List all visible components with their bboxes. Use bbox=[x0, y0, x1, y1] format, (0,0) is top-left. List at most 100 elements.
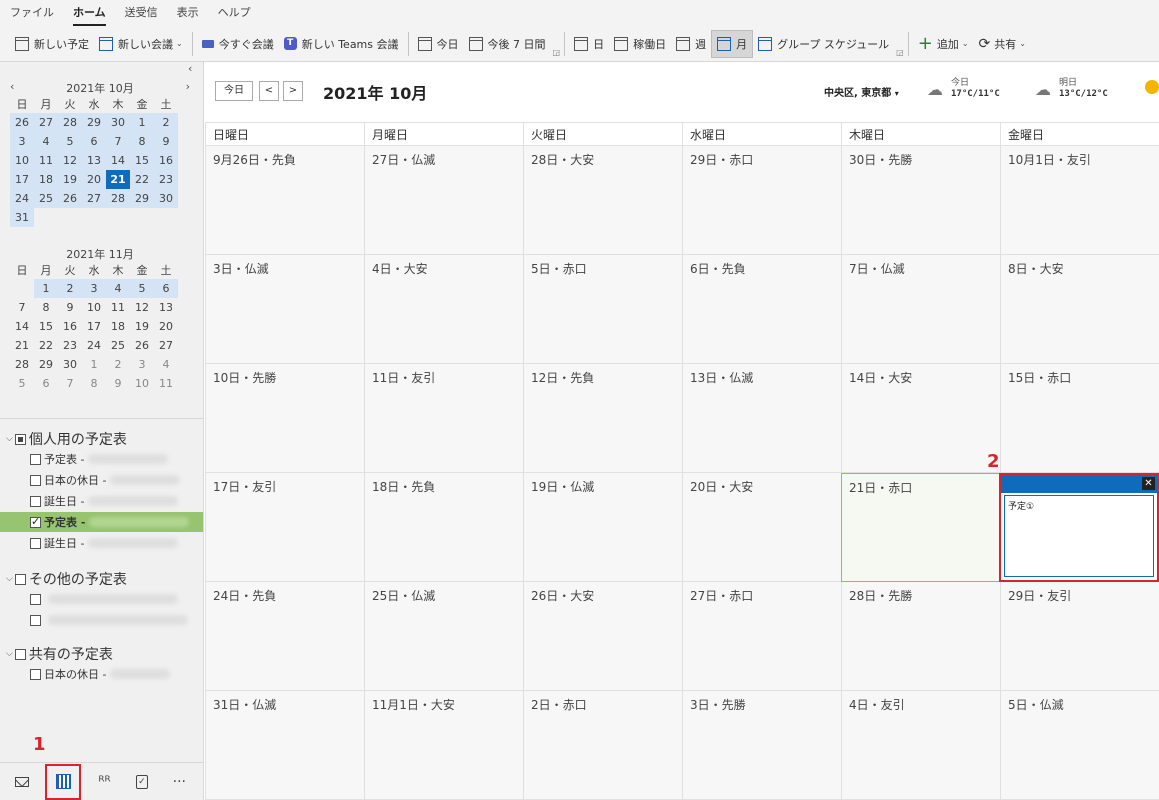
day-cell[interactable]: 17日・友引 bbox=[205, 473, 364, 582]
mini-calendar-day[interactable]: 31 bbox=[10, 208, 34, 227]
day-cell[interactable]: 5日・仏滅 bbox=[1000, 691, 1159, 800]
mini-calendar-day[interactable]: 16 bbox=[58, 317, 82, 336]
add-button[interactable]: + 追加 ⌄ bbox=[913, 30, 974, 58]
mini-calendar-day[interactable]: 26 bbox=[10, 113, 34, 132]
dialog-launcher-icon[interactable]: ◲ bbox=[896, 48, 904, 57]
day-cell[interactable]: 9月26日・先負 bbox=[205, 146, 364, 255]
day-cell[interactable]: 4日・大安 bbox=[364, 255, 523, 364]
mini-calendar-day[interactable]: 5 bbox=[58, 132, 82, 151]
mini-calendar-day[interactable]: 26 bbox=[58, 189, 82, 208]
people-button[interactable]: ᴿᴿ bbox=[91, 768, 118, 796]
day-cell[interactable]: 28日・先勝 bbox=[841, 582, 1000, 691]
mini-calendar-day[interactable]: 4 bbox=[34, 132, 58, 151]
mini-calendar-day[interactable]: 14 bbox=[10, 317, 34, 336]
day-cell[interactable]: 19日・仏滅 bbox=[523, 473, 682, 582]
mini-calendar-day[interactable]: 23 bbox=[58, 336, 82, 355]
mini-calendar-day[interactable]: 18 bbox=[106, 317, 130, 336]
mini-calendar-day[interactable]: 29 bbox=[130, 189, 154, 208]
day-cell[interactable]: 7日・仏滅 bbox=[841, 255, 1000, 364]
group-checkbox[interactable] bbox=[14, 433, 26, 445]
mini-calendar-day[interactable]: 30 bbox=[58, 355, 82, 374]
mini-calendar-day[interactable]: 11 bbox=[154, 374, 178, 393]
next-7-days-button[interactable]: 今後 7 日間 bbox=[464, 30, 551, 58]
menu-home[interactable]: ホーム bbox=[73, 4, 106, 26]
mini-calendar-day[interactable]: 6 bbox=[154, 279, 178, 298]
next-month-icon[interactable]: › bbox=[186, 80, 190, 93]
calendar-item[interactable] bbox=[0, 610, 203, 630]
mini-calendar-day[interactable]: 1 bbox=[34, 279, 58, 298]
mini-calendar-day[interactable]: 17 bbox=[10, 170, 34, 189]
mini-calendar-day[interactable]: 2 bbox=[106, 355, 130, 374]
mini-calendar-day[interactable]: 1 bbox=[82, 355, 106, 374]
mini-calendar-day[interactable]: 20 bbox=[82, 170, 106, 189]
mini-calendar-day[interactable]: 12 bbox=[58, 151, 82, 170]
mini-calendar-day[interactable]: 3 bbox=[130, 355, 154, 374]
mini-calendar-day[interactable]: 1 bbox=[130, 113, 154, 132]
day-cell[interactable]: 31日・仏滅 bbox=[205, 691, 364, 800]
day-cell[interactable]: 26日・大安 bbox=[523, 582, 682, 691]
mini-calendar-day[interactable]: 2 bbox=[154, 113, 178, 132]
previous-button[interactable]: < bbox=[259, 81, 279, 101]
mini-calendar-day[interactable]: 8 bbox=[34, 298, 58, 317]
mini-calendar-day[interactable]: 3 bbox=[82, 279, 106, 298]
mini-calendar-day[interactable]: 25 bbox=[34, 189, 58, 208]
mini-calendar-day[interactable]: 5 bbox=[130, 279, 154, 298]
day-cell[interactable]: 30日・先勝 bbox=[841, 146, 1000, 255]
mini-calendar-day[interactable]: 25 bbox=[106, 336, 130, 355]
day-cell[interactable]: 27日・赤口 bbox=[682, 582, 841, 691]
mini-calendar-day[interactable]: 22 bbox=[130, 170, 154, 189]
week-view-button[interactable]: 週 bbox=[671, 30, 711, 58]
mini-calendar-day[interactable]: 11 bbox=[34, 151, 58, 170]
dialog-launcher-icon[interactable]: ◲ bbox=[553, 48, 561, 57]
calendar-item[interactable] bbox=[0, 589, 203, 609]
tasks-button[interactable]: ✓ bbox=[128, 768, 155, 796]
next-button[interactable]: > bbox=[283, 81, 303, 101]
new-appointment-button[interactable]: 新しい予定 bbox=[10, 30, 94, 58]
event-title-input[interactable]: 予定① bbox=[1008, 499, 1034, 512]
mini-calendar-day[interactable]: 9 bbox=[106, 374, 130, 393]
close-icon[interactable]: ✕ bbox=[1142, 477, 1155, 490]
weather-location[interactable]: 中央区, 東京都 ▾ bbox=[824, 84, 899, 99]
day-cell[interactable]: 14日・大安 bbox=[841, 364, 1000, 473]
calendar-item[interactable]: 日本の休日 - bbox=[0, 470, 203, 490]
mini-calendar-day[interactable]: 10 bbox=[130, 374, 154, 393]
mail-button[interactable] bbox=[8, 768, 35, 796]
mini-calendar-day[interactable]: 29 bbox=[34, 355, 58, 374]
mini-calendar-day[interactable]: 3 bbox=[10, 132, 34, 151]
new-teams-meeting-button[interactable]: T 新しい Teams 会議 bbox=[279, 30, 404, 58]
mini-calendar-day[interactable]: 7 bbox=[58, 374, 82, 393]
mini-calendar-day[interactable]: 4 bbox=[154, 355, 178, 374]
menu-view[interactable]: 表示 bbox=[177, 4, 199, 26]
mini-calendar-day[interactable]: 6 bbox=[82, 132, 106, 151]
day-cell[interactable]: 10日・先勝 bbox=[205, 364, 364, 473]
mini-calendar-day[interactable]: 8 bbox=[130, 132, 154, 151]
mini-calendar-day[interactable]: 19 bbox=[58, 170, 82, 189]
day-cell[interactable]: 20日・大安 bbox=[682, 473, 841, 582]
menu-help[interactable]: ヘルプ bbox=[218, 4, 251, 26]
mini-calendar-day[interactable]: 21 bbox=[10, 336, 34, 355]
collapse-pane-icon[interactable]: ‹ bbox=[188, 62, 192, 75]
day-cell[interactable]: 29日・赤口 bbox=[682, 146, 841, 255]
mini-calendar-day[interactable]: 26 bbox=[130, 336, 154, 355]
mini-calendar-day[interactable]: 24 bbox=[10, 189, 34, 208]
mini-calendar-day[interactable]: 28 bbox=[10, 355, 34, 374]
day-cell[interactable]: 13日・仏滅 bbox=[682, 364, 841, 473]
mini-calendar-day[interactable]: 8 bbox=[82, 374, 106, 393]
mini-calendar-day[interactable]: 27 bbox=[82, 189, 106, 208]
mini-calendar-day[interactable]: 10 bbox=[82, 298, 106, 317]
mini-calendar-day[interactable]: 18 bbox=[34, 170, 58, 189]
mini-calendar-day[interactable]: 19 bbox=[130, 317, 154, 336]
mini-calendar-day[interactable]: 9 bbox=[58, 298, 82, 317]
calendar-item-selected[interactable]: 予定表 - bbox=[0, 512, 203, 532]
menu-file[interactable]: ファイル bbox=[10, 4, 54, 26]
day-cell[interactable]: 3日・仏滅 bbox=[205, 255, 364, 364]
meet-now-button[interactable]: 今すぐ会議 bbox=[197, 30, 279, 58]
day-cell[interactable]: 27日・仏滅 bbox=[364, 146, 523, 255]
mini-calendar-day[interactable]: 15 bbox=[130, 151, 154, 170]
mini-calendar-day[interactable]: 5 bbox=[10, 374, 34, 393]
day-cell[interactable]: 18日・先負 bbox=[364, 473, 523, 582]
mini-calendar-day[interactable]: 21 bbox=[106, 170, 130, 189]
mini-calendar-day[interactable]: 2 bbox=[58, 279, 82, 298]
calendar-item[interactable]: 予定表 - bbox=[0, 449, 203, 469]
menu-send-receive[interactable]: 送受信 bbox=[125, 4, 158, 26]
